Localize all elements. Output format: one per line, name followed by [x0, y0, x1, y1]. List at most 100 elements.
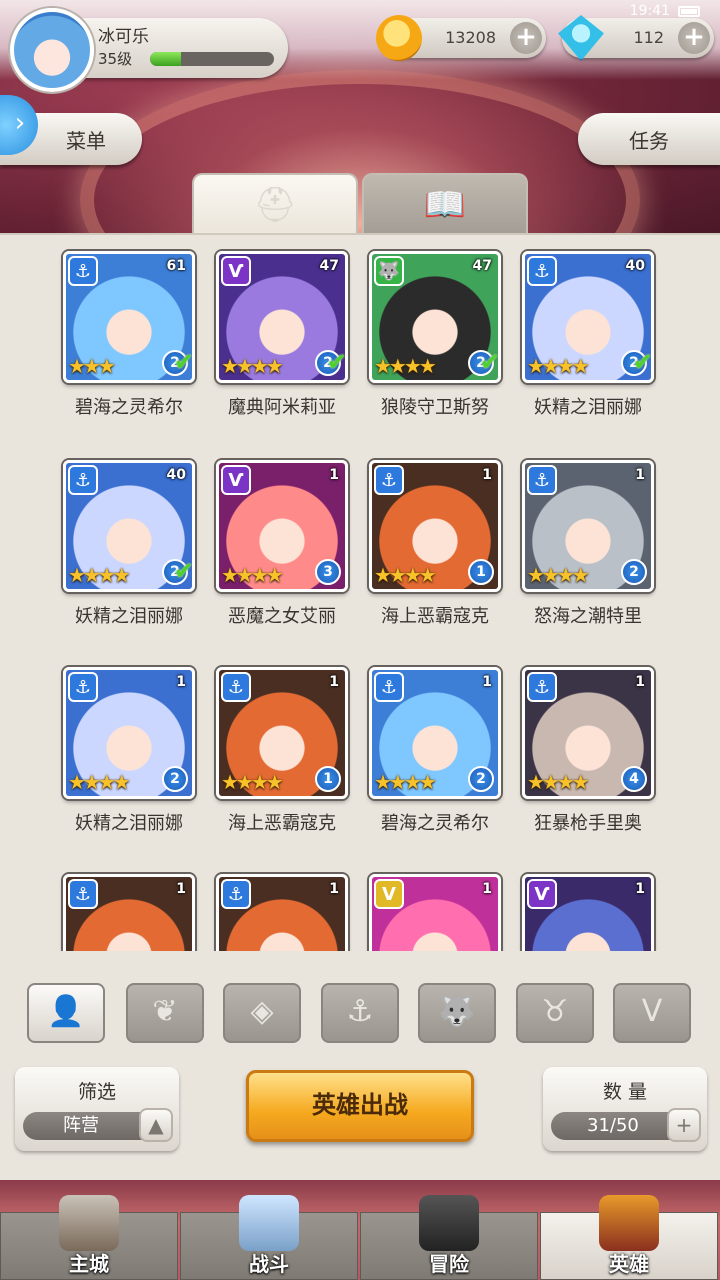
nav-label: 战斗	[249, 1252, 289, 1276]
filter-select[interactable]: 阵营 ▲	[23, 1108, 173, 1142]
nav-castle[interactable]: 主城	[0, 1195, 178, 1280]
hero-level: 1	[176, 881, 186, 897]
hero-card[interactable]: ⚓ 40 ★★★★ 2 ✔	[63, 460, 195, 592]
helmet-icon	[599, 1195, 659, 1251]
hero-card[interactable]: Ѵ 47 ★★★★ 2 ✔	[216, 251, 348, 383]
hero-name: 狼陵守卫斯努	[381, 397, 489, 418]
hero-card[interactable]: ⚓ 1 ★★★★ 2	[63, 667, 195, 799]
diamond-icon: ◈	[250, 994, 274, 1029]
nav-label: 主城	[69, 1252, 109, 1276]
v-icon: V	[641, 994, 663, 1029]
anchor-faction-icon: ⚓	[527, 256, 557, 286]
hero-card[interactable]: 🐺 47 ★★★★ 2 ✔	[369, 251, 501, 383]
hero-name: 海上恶霸寇克	[228, 813, 336, 834]
count-title: 数 量	[602, 1081, 648, 1103]
hero-level: 1	[176, 674, 186, 690]
star-rating-icon: ★★★★	[527, 354, 590, 378]
hero-card[interactable]: ⚓ 1 ★★★★ 1	[369, 460, 501, 592]
horns-faction-icon: Ѵ	[527, 879, 557, 909]
nav-treasure[interactable]: 冒险	[360, 1195, 538, 1280]
leaf-filter-button[interactable]: ❦	[126, 983, 204, 1043]
hero-rank-badge: 2	[468, 766, 494, 792]
gold-coin-icon	[376, 15, 422, 61]
horns-icon: ♉	[541, 994, 569, 1029]
add-gem-button[interactable]: +	[678, 22, 710, 54]
hero-rank-badge: 2	[621, 559, 647, 585]
filter-title: 筛选	[77, 1081, 116, 1103]
battery-icon	[678, 5, 700, 17]
hero-name: 魔典阿米莉亚	[228, 397, 336, 418]
player-panel[interactable]: 冰可乐 35级	[10, 8, 288, 92]
hero-rank-badge: 2	[162, 766, 188, 792]
star-rating-icon: ★★★★	[374, 354, 437, 378]
hero-grid[interactable]: ⚓ 61 ★★★ 2 ✔ 碧海之灵希尔 Ѵ 47 ★★★★ 2 ✔ 魔典阿米莉亚…	[0, 233, 720, 951]
player-level: 35级	[98, 50, 133, 68]
anchor-icon: ⚓	[346, 994, 374, 1029]
helmet-icon: ⛑	[253, 185, 297, 225]
hero-level: 1	[329, 467, 339, 483]
filter-box: 筛选 阵营 ▲	[15, 1067, 179, 1151]
star-rating-icon: ★★★★	[221, 563, 284, 587]
nav-helmet[interactable]: 英雄	[540, 1195, 718, 1280]
gold-value: 13208	[445, 28, 496, 47]
player-name: 冰可乐	[98, 27, 149, 47]
gem-value: 112	[633, 28, 664, 47]
hero-card[interactable]: ⚓ 1 ★★★★ 2	[522, 460, 654, 592]
diamond-filter-button[interactable]: ◈	[223, 983, 301, 1043]
hero-card[interactable]: ⚓ 1	[216, 874, 348, 951]
nav-swords[interactable]: 战斗	[180, 1195, 358, 1280]
treasure-icon	[419, 1195, 479, 1251]
xp-bar-fill	[150, 52, 181, 66]
hero-card[interactable]: V 1	[369, 874, 501, 951]
hero-level: 40	[166, 467, 186, 483]
gold-faction-icon: V	[374, 879, 404, 909]
hero-card[interactable]: Ѵ 1 ★★★★ 3	[216, 460, 348, 592]
castle-icon	[59, 1195, 119, 1251]
anchor-faction-icon: ⚓	[68, 465, 98, 495]
hero-card[interactable]: ⚓ 1 ★★★★ 1	[216, 667, 348, 799]
hero-card[interactable]: Ѵ 1	[522, 874, 654, 951]
hero-name: 恶魔之女艾丽	[228, 606, 336, 627]
count-pill: 31/50 +	[551, 1108, 701, 1142]
hero-card[interactable]: ⚓ 1 ★★★★ 2	[369, 667, 501, 799]
gold-counter: 13208 +	[376, 15, 546, 61]
person-filter-button[interactable]: 👤	[27, 983, 105, 1043]
anchor-faction-icon: ⚓	[221, 672, 251, 702]
player-plate	[60, 18, 288, 78]
xp-bar	[150, 52, 274, 66]
hero-card[interactable]: ⚓ 61 ★★★ 2 ✔	[63, 251, 195, 383]
hero-card[interactable]: ⚓ 1	[63, 874, 195, 951]
hero-card[interactable]: ⚓ 40 ★★★★ 2 ✔	[522, 251, 654, 383]
star-rating-icon: ★★★★	[527, 563, 590, 587]
hero-name: 碧海之灵希尔	[381, 813, 489, 834]
anchor-faction-icon: ⚓	[374, 465, 404, 495]
task-button[interactable]: 任务	[578, 113, 720, 165]
add-gold-button[interactable]: +	[510, 22, 542, 54]
star-rating-icon: ★★★	[68, 354, 116, 378]
hero-card[interactable]: ⚓ 1 ★★★★ 4	[522, 667, 654, 799]
in-team-check-icon: ✔	[632, 348, 653, 376]
count-value: 31/50	[587, 1115, 639, 1136]
swords-icon	[239, 1195, 299, 1251]
deploy-heroes-button[interactable]: 英雄出战	[246, 1070, 474, 1142]
anchor-filter-button[interactable]: ⚓	[321, 983, 399, 1043]
hero-level: 1	[635, 674, 645, 690]
tab-book[interactable]: 📖	[362, 173, 528, 235]
expand-capacity-button[interactable]: +	[667, 1108, 701, 1142]
hero-name: 碧海之灵希尔	[75, 397, 183, 418]
horns-filter-button[interactable]: ♉	[516, 983, 594, 1043]
wolf-filter-button[interactable]: 🐺	[418, 983, 496, 1043]
hero-name: 妖精之泪丽娜	[75, 606, 183, 627]
hero-level: 1	[482, 674, 492, 690]
hero-name: 海上恶霸寇克	[381, 606, 489, 627]
v-filter-button[interactable]: V	[613, 983, 691, 1043]
hero-level: 1	[482, 467, 492, 483]
filter-up-arrow-icon[interactable]: ▲	[139, 1108, 173, 1142]
in-team-check-icon: ✔	[173, 557, 194, 585]
menu-label: 菜单	[66, 128, 106, 153]
star-rating-icon: ★★★★	[374, 770, 437, 794]
nav-label: 冒险	[429, 1252, 469, 1276]
hero-level: 1	[635, 467, 645, 483]
avatar[interactable]	[10, 8, 94, 92]
tab-heroes[interactable]: ⛑	[192, 173, 358, 235]
